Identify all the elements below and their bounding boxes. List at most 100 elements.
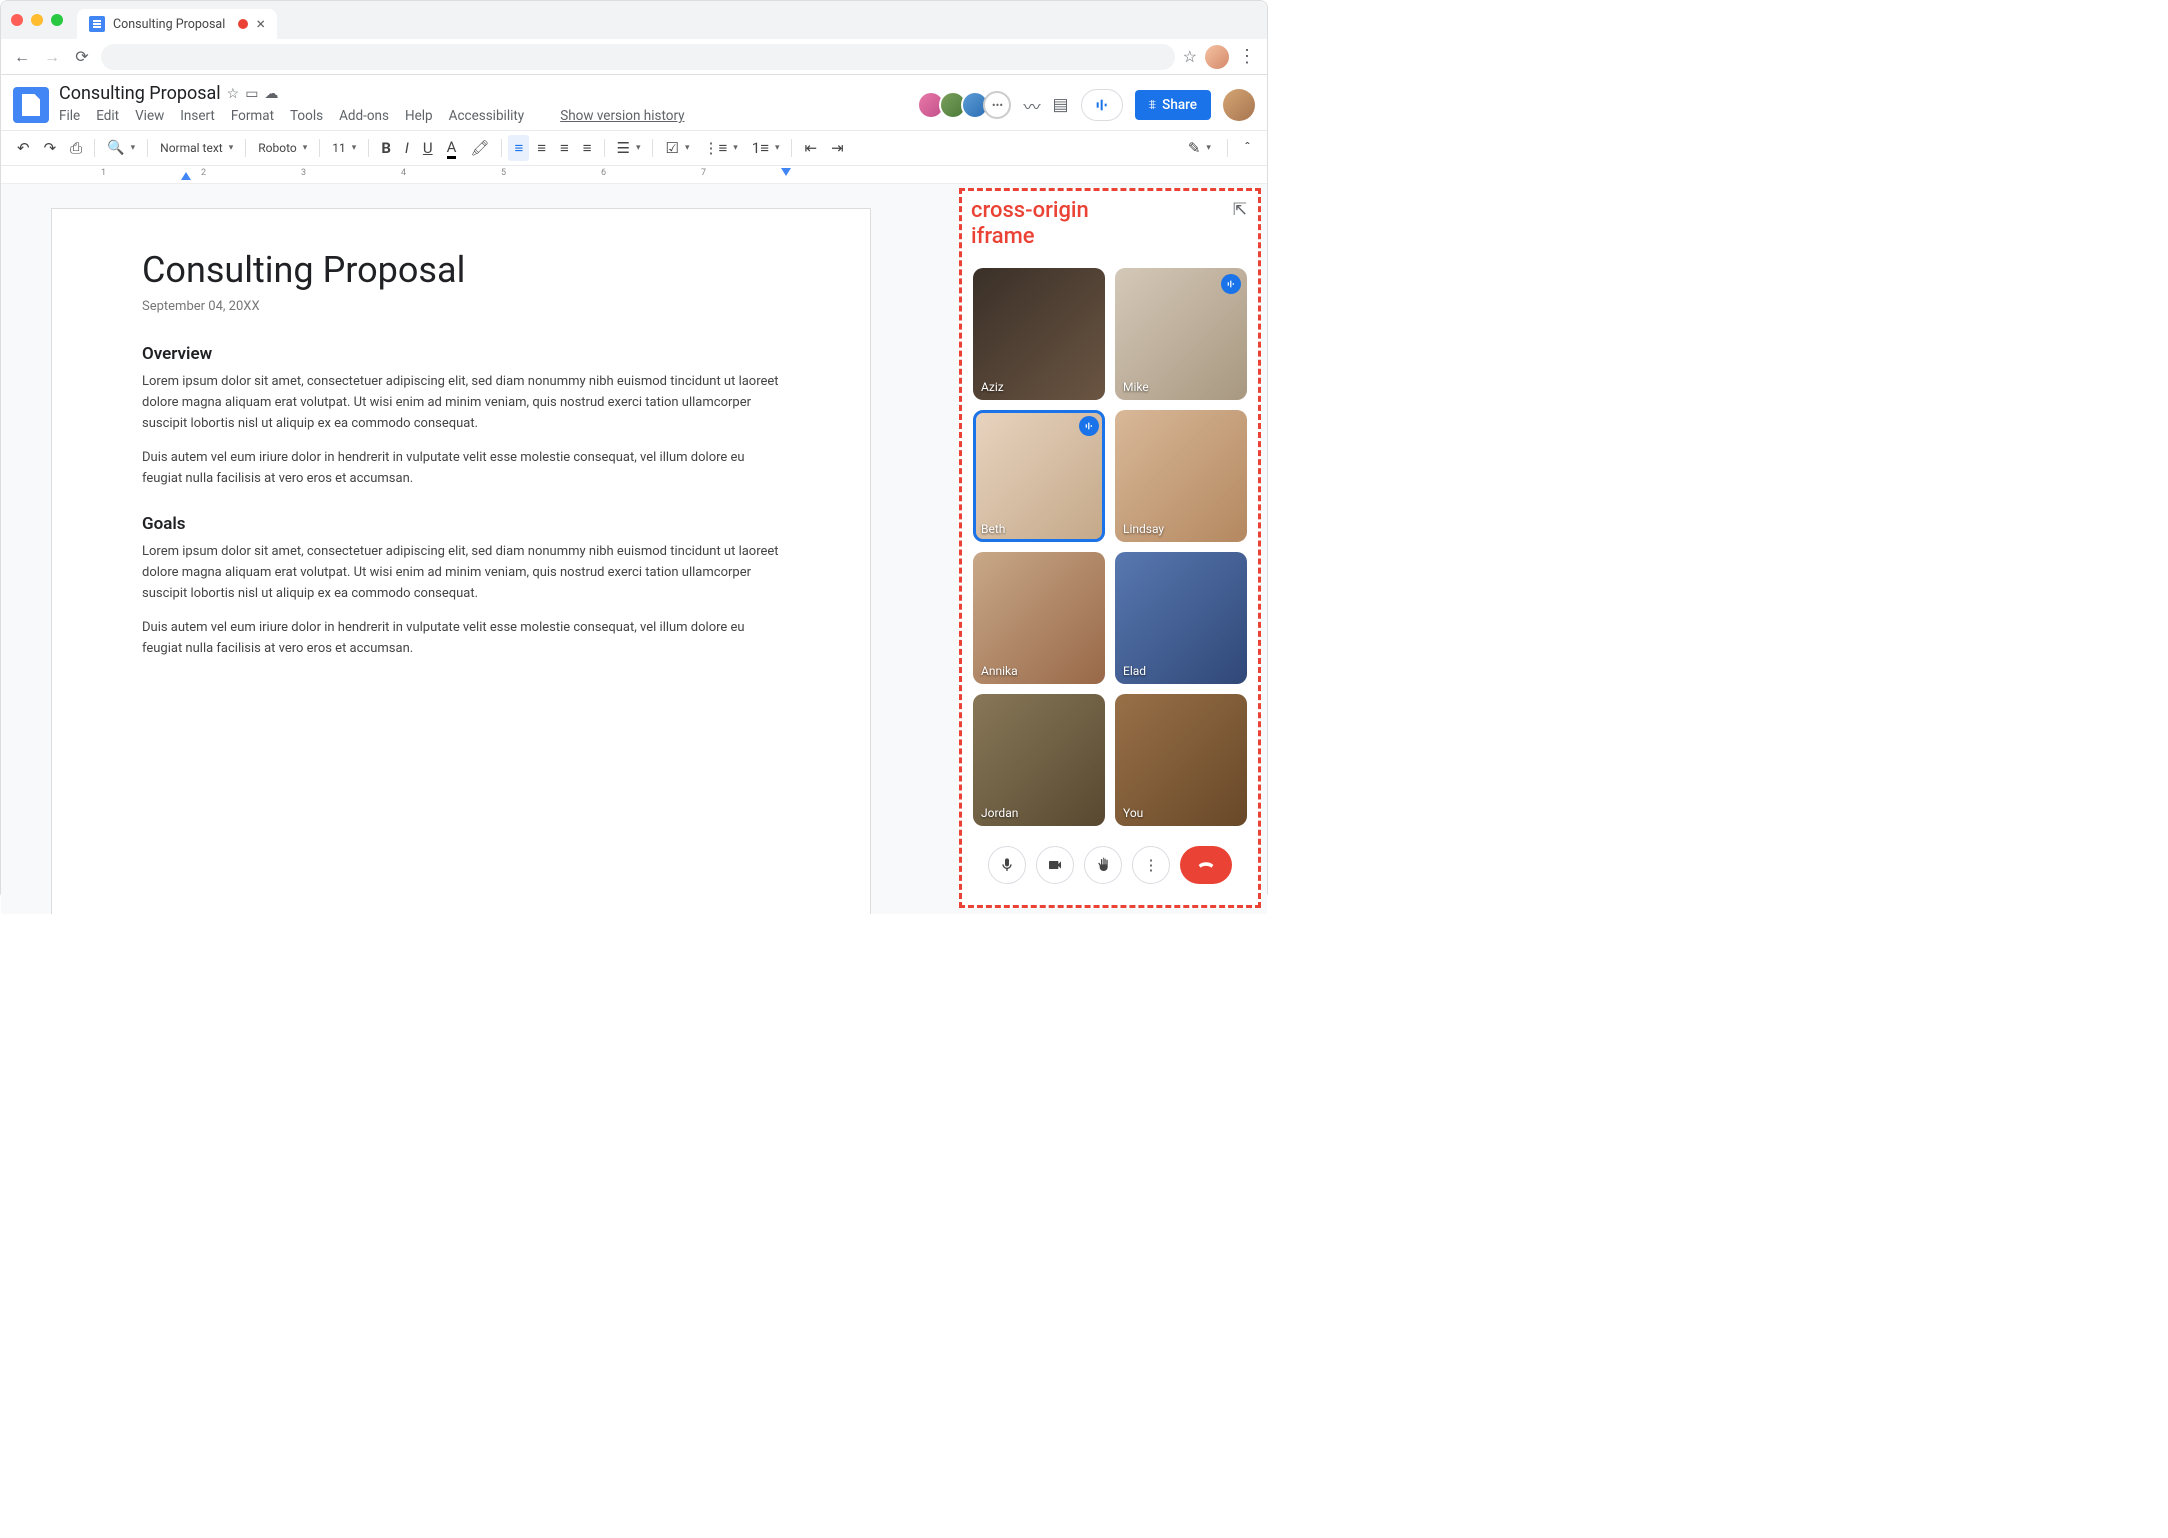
editing-mode-button[interactable]: ✎	[1182, 135, 1217, 161]
text-color-button[interactable]: A	[441, 134, 463, 163]
video-tile[interactable]: Mike	[1115, 268, 1247, 400]
more-options-button[interactable]: ⋮	[1132, 846, 1170, 884]
video-tile[interactable]: Annika	[973, 552, 1105, 684]
address-bar[interactable]	[101, 44, 1175, 70]
document-title[interactable]: Consulting Proposal	[59, 83, 221, 104]
menu-addons[interactable]: Add-ons	[339, 108, 389, 124]
browser-tab-strip: Consulting Proposal ×	[1, 1, 1267, 39]
menu-file[interactable]: File	[59, 108, 80, 124]
speaking-indicator-icon	[1221, 274, 1241, 294]
video-tile[interactable]: Lindsay	[1115, 410, 1247, 542]
align-right-button[interactable]: ≡	[554, 135, 575, 161]
menu-format[interactable]: Format	[231, 108, 274, 124]
browser-toolbar: ← → ⟳ ☆ ⋮	[1, 39, 1267, 75]
back-button[interactable]: ←	[11, 47, 33, 67]
recording-indicator-icon	[238, 19, 248, 29]
align-center-button[interactable]: ≡	[531, 135, 552, 161]
bold-button[interactable]: B	[375, 135, 397, 161]
doc-paragraph[interactable]: Duis autem vel eum iriure dolor in hendr…	[142, 448, 780, 490]
bullet-list-button[interactable]: ⋮≡	[697, 135, 743, 161]
tab-close-icon[interactable]: ×	[256, 16, 265, 32]
line-spacing-button[interactable]: ☰	[611, 135, 647, 161]
video-tile[interactable]: Beth	[973, 410, 1105, 542]
menu-edit[interactable]: Edit	[96, 108, 119, 124]
browser-menu-icon[interactable]: ⋮	[1237, 46, 1257, 67]
docs-header: Consulting Proposal ☆ ▭ ☁ File Edit View…	[1, 75, 1267, 124]
document-page[interactable]: Consulting Proposal September 04, 20XX O…	[51, 208, 871, 914]
audio-bars-icon	[1094, 97, 1110, 113]
font-dropdown[interactable]: Roboto	[252, 137, 313, 159]
docs-favicon-icon	[89, 16, 105, 32]
presence-avatars[interactable]: •••	[923, 91, 1011, 119]
indent-increase-button[interactable]: ⇥	[825, 135, 850, 161]
redo-button[interactable]: ↷	[38, 135, 63, 161]
account-avatar[interactable]	[1223, 89, 1255, 121]
doc-date[interactable]: September 04, 20XX	[142, 299, 780, 314]
raise-hand-button[interactable]	[1084, 846, 1122, 884]
hide-menus-button[interactable]: ˆ	[1238, 135, 1257, 161]
move-icon[interactable]: ▭	[245, 86, 258, 102]
bookmark-star-icon[interactable]: ☆	[1183, 47, 1197, 66]
ruler[interactable]: 1 2 3 4 5 6 7	[1, 166, 1267, 184]
formatting-toolbar: ↶ ↷ ⎙ 🔍 Normal text Roboto 11 B I U A 🖍 …	[1, 130, 1267, 166]
mic-button[interactable]	[988, 846, 1026, 884]
star-icon[interactable]: ☆	[227, 86, 240, 102]
profile-avatar[interactable]	[1205, 45, 1229, 69]
menu-accessibility[interactable]: Accessibility	[449, 108, 525, 124]
indent-decrease-button[interactable]: ⇤	[798, 135, 823, 161]
hangup-button[interactable]	[1180, 846, 1232, 884]
zoom-dropdown[interactable]: 🔍	[101, 136, 141, 160]
align-left-button[interactable]: ≡	[508, 135, 529, 161]
forward-button[interactable]: →	[41, 47, 63, 67]
checklist-button[interactable]: ☑	[659, 135, 695, 161]
indent-marker-icon[interactable]	[181, 172, 191, 180]
menu-tools[interactable]: Tools	[290, 108, 323, 124]
browser-tab[interactable]: Consulting Proposal ×	[77, 9, 277, 39]
presence-more[interactable]: •••	[983, 91, 1011, 119]
share-button[interactable]: ⩨ Share	[1135, 90, 1211, 120]
window-minimize-icon[interactable]	[31, 14, 43, 26]
video-tile[interactable]: Jordan	[973, 694, 1105, 826]
font-size-dropdown[interactable]: 11	[326, 137, 362, 159]
style-dropdown[interactable]: Normal text	[154, 137, 239, 159]
window-close-icon[interactable]	[11, 14, 23, 26]
meet-button[interactable]	[1081, 89, 1123, 121]
participant-name: Elad	[1123, 664, 1146, 678]
right-indent-marker-icon[interactable]	[781, 168, 791, 176]
hand-icon	[1095, 857, 1111, 873]
popout-icon[interactable]: ⇱	[1233, 200, 1247, 220]
menu-view[interactable]: View	[135, 108, 164, 124]
doc-paragraph[interactable]: Lorem ipsum dolor sit amet, consectetuer…	[142, 372, 780, 434]
video-tile[interactable]: Elad	[1115, 552, 1247, 684]
window-maximize-icon[interactable]	[51, 14, 63, 26]
italic-button[interactable]: I	[399, 135, 415, 161]
version-history-link[interactable]: Show version history	[560, 108, 684, 124]
activity-icon[interactable]: 〰	[1023, 93, 1040, 118]
doc-paragraph[interactable]: Duis autem vel eum iriure dolor in hendr…	[142, 618, 780, 660]
participant-name: You	[1123, 806, 1143, 820]
print-button[interactable]: ⎙	[64, 135, 88, 161]
video-tile[interactable]: Aziz	[973, 268, 1105, 400]
comments-icon[interactable]: ▤	[1052, 95, 1068, 115]
number-list-button[interactable]: 1≡	[746, 135, 786, 161]
menu-help[interactable]: Help	[405, 108, 433, 124]
participant-name: Mike	[1123, 380, 1149, 394]
document-canvas[interactable]: main content area Consulting Proposal Se…	[1, 184, 959, 914]
menu-insert[interactable]: Insert	[180, 108, 215, 124]
doc-heading-overview[interactable]: Overview	[142, 344, 780, 364]
camera-button[interactable]	[1036, 846, 1074, 884]
doc-heading-title[interactable]: Consulting Proposal	[142, 249, 780, 291]
underline-button[interactable]: U	[417, 135, 439, 161]
video-grid: Aziz Mike Beth Lindsay Annika Elad Jorda…	[959, 188, 1261, 836]
tab-title: Consulting Proposal	[113, 17, 225, 32]
doc-heading-goals[interactable]: Goals	[142, 514, 780, 534]
undo-button[interactable]: ↶	[11, 135, 36, 161]
video-tile[interactable]: You	[1115, 694, 1247, 826]
docs-logo-icon[interactable]	[13, 87, 49, 123]
reload-button[interactable]: ⟳	[71, 47, 93, 66]
align-justify-button[interactable]: ≡	[577, 135, 598, 161]
doc-paragraph[interactable]: Lorem ipsum dolor sit amet, consectetuer…	[142, 542, 780, 604]
participant-name: Lindsay	[1123, 522, 1164, 536]
highlight-button[interactable]: 🖍	[464, 135, 495, 161]
annotation-iframe-label: cross-origin iframe	[971, 198, 1089, 251]
